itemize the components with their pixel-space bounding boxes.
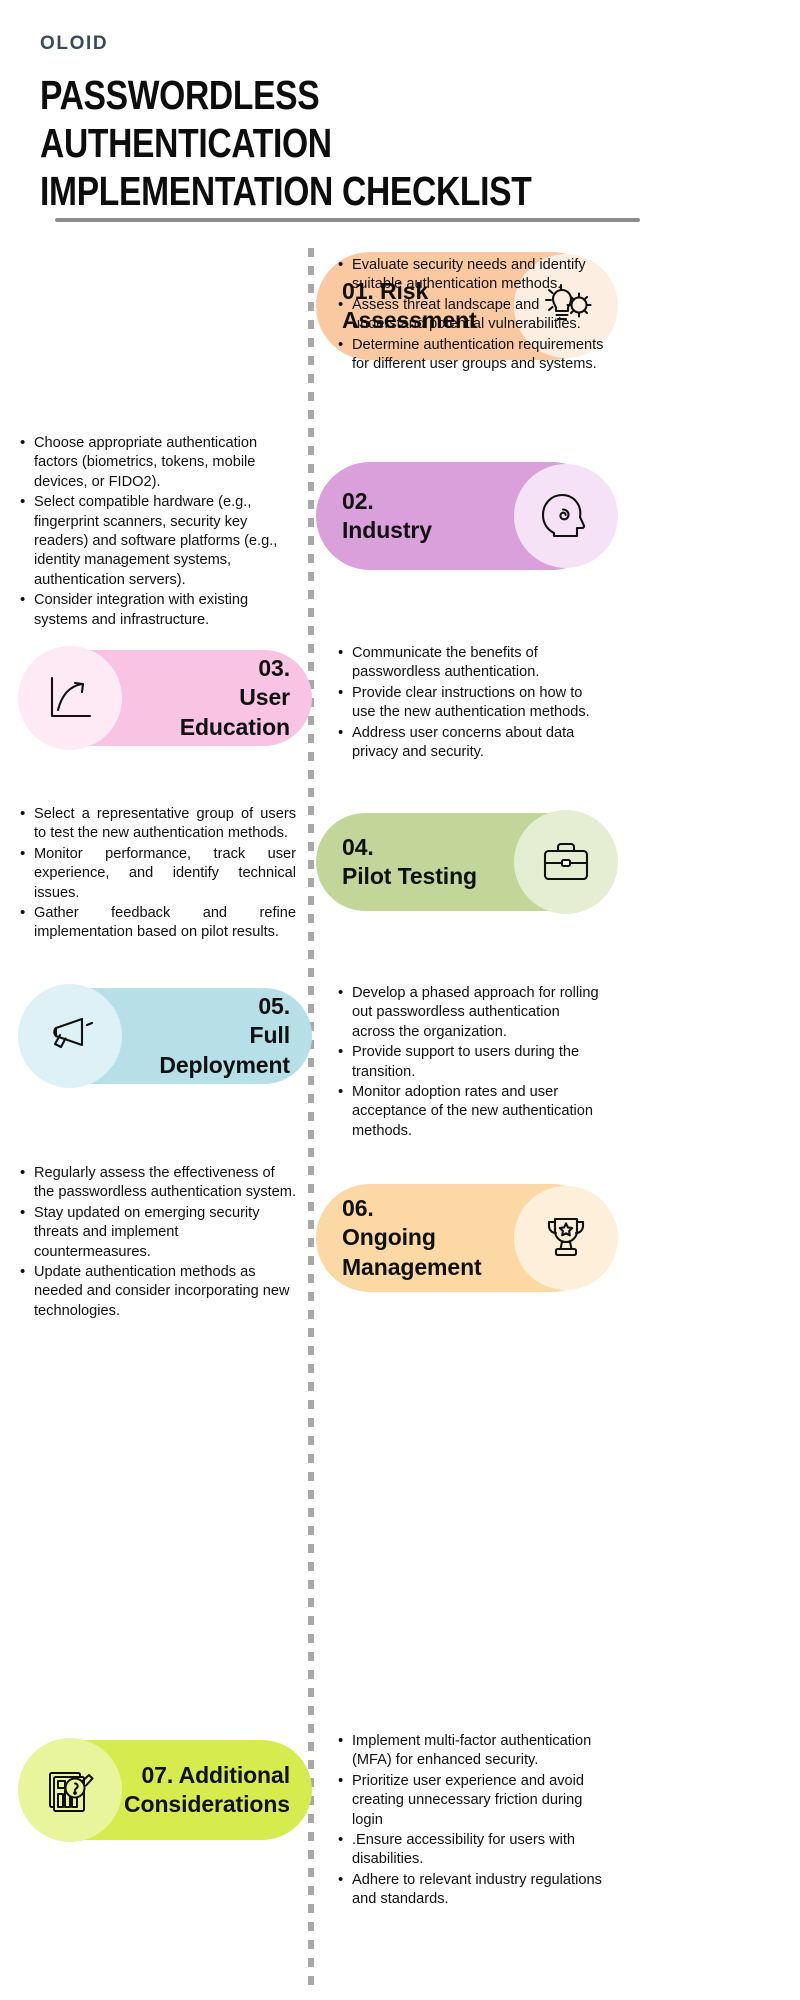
list-item: Update authentication methods as needed … bbox=[18, 1262, 296, 1321]
section-card-02[interactable]: 02. Industry bbox=[316, 462, 618, 570]
section-icon-disc-07 bbox=[18, 1738, 122, 1842]
list-item: Develop a phased approach for rolling ou… bbox=[336, 983, 604, 1042]
section-name-02: Industry bbox=[342, 517, 432, 543]
head-profile-icon bbox=[537, 487, 595, 545]
trophy-icon bbox=[538, 1210, 594, 1266]
section-number-05: 05. bbox=[258, 992, 290, 1019]
section-card-07[interactable]: 07. Additional Considerations bbox=[18, 1738, 312, 1842]
section-name-04: Pilot Testing bbox=[342, 863, 477, 889]
page-title: PASSWORDLESS AUTHENTICATION IMPLEMENTATI… bbox=[40, 72, 532, 214]
infographic-page: OLOID PASSWORDLESS AUTHENTICATION IMPLEM… bbox=[0, 0, 800, 2000]
megaphone-icon bbox=[42, 1008, 98, 1064]
list-item: Address user concerns about data privacy… bbox=[336, 723, 604, 763]
list-item: Determine authentication requirements fo… bbox=[336, 335, 604, 375]
section-name-07: 07. Additional Considerations bbox=[123, 1761, 290, 1817]
list-item: .Ensure accessibility for users with dis… bbox=[336, 1830, 604, 1870]
section-icon-disc-04 bbox=[514, 810, 618, 914]
document-magnifier-icon bbox=[41, 1761, 99, 1819]
section-number-03: 03. bbox=[258, 654, 290, 681]
list-item: Gather feedback and refine implementatio… bbox=[18, 903, 296, 943]
section-icon-disc-05 bbox=[18, 984, 122, 1088]
brand-logo: OLOID bbox=[40, 33, 109, 54]
briefcase-icon bbox=[539, 835, 593, 889]
list-item: Prioritize user experience and avoid cre… bbox=[336, 1771, 604, 1830]
section-card-05[interactable]: 05. Full Deployment bbox=[18, 984, 312, 1088]
list-item: Provide clear instructions on how to use… bbox=[336, 683, 604, 723]
section-name-03: User Education bbox=[179, 684, 290, 740]
list-item: Assess threat landscape and understand p… bbox=[336, 295, 604, 335]
section-name-06: Ongoing Management bbox=[342, 1224, 482, 1280]
section-number-02: 02. bbox=[342, 487, 374, 514]
list-item: Choose appropriate authentication factor… bbox=[18, 433, 296, 492]
header-divider bbox=[55, 218, 640, 222]
list-item: Stay updated on emerging security threat… bbox=[18, 1203, 296, 1262]
list-item: Regularly assess the effectiveness of th… bbox=[18, 1163, 296, 1203]
section-icon-disc-03 bbox=[18, 646, 122, 750]
list-item: Monitor adoption rates and user acceptan… bbox=[336, 1082, 604, 1141]
list-item: Evaluate security needs and identify sui… bbox=[336, 255, 604, 295]
list-item: Communicate the benefits of passwordless… bbox=[336, 643, 604, 683]
section-bullets-02: Choose appropriate authentication factor… bbox=[18, 433, 296, 631]
list-item: Monitor performance, track user experien… bbox=[18, 844, 296, 903]
section-number-06: 06. bbox=[342, 1194, 374, 1221]
section-card-03[interactable]: 03. User Education bbox=[18, 646, 312, 750]
section-label-02: 02. Industry bbox=[316, 487, 528, 546]
section-bullets-06: Regularly assess the effectiveness of th… bbox=[18, 1163, 296, 1322]
section-bullets-04: Select a representative group of users t… bbox=[18, 804, 296, 944]
section-card-04[interactable]: 04. Pilot Testing bbox=[316, 810, 618, 914]
section-card-06[interactable]: 06. Ongoing Management bbox=[316, 1184, 618, 1292]
list-item: Implement multi-factor authentication (M… bbox=[336, 1731, 604, 1771]
list-item: Provide support to users during the tran… bbox=[336, 1042, 604, 1082]
list-item: Adhere to relevant industry regulations … bbox=[336, 1870, 604, 1910]
section-icon-disc-02 bbox=[514, 464, 618, 568]
section-bullets-05: Develop a phased approach for rolling ou… bbox=[336, 983, 604, 1142]
section-name-05: Full Deployment bbox=[159, 1022, 290, 1078]
section-bullets-03: Communicate the benefits of passwordless… bbox=[336, 643, 604, 763]
section-number-04: 04. bbox=[342, 833, 374, 860]
list-item: Select a representative group of users t… bbox=[18, 804, 296, 844]
list-item: Consider integration with existing syste… bbox=[18, 590, 296, 630]
section-bullets-07: Implement multi-factor authentication (M… bbox=[336, 1731, 604, 1911]
section-icon-disc-06 bbox=[514, 1186, 618, 1290]
growth-chart-icon bbox=[42, 670, 98, 726]
timeline-dashed-spine bbox=[308, 248, 314, 1988]
list-item: Select compatible hardware (e.g., finger… bbox=[18, 492, 296, 590]
section-bullets-01: Evaluate security needs and identify sui… bbox=[336, 255, 604, 375]
